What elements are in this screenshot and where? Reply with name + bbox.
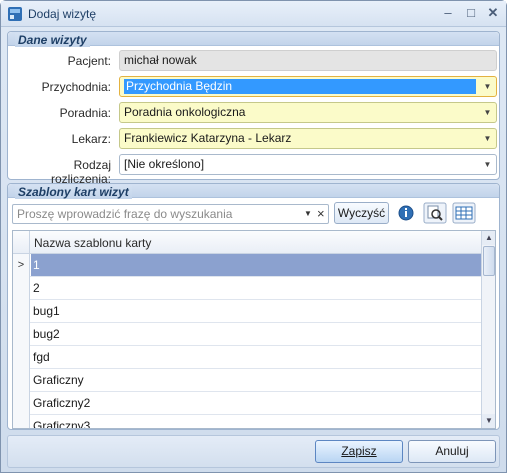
- table-cell: 2: [33, 281, 40, 295]
- grid-view-icon[interactable]: [452, 202, 476, 224]
- table-header: Nazwa szablonu karty: [13, 231, 481, 254]
- patient-value: michał nowak: [124, 53, 197, 67]
- patient-field: michał nowak: [119, 50, 497, 71]
- clear-search-icon[interactable]: ×: [317, 206, 325, 221]
- table-cell: fgd: [33, 350, 50, 364]
- table-cell: Graficzny: [33, 373, 84, 387]
- dialog-window: Dodaj wizytę – □ ✕ Dane wizyty Pacjent: …: [0, 0, 507, 473]
- chevron-down-icon[interactable]: ▼: [304, 209, 312, 218]
- table-scrollbar[interactable]: ▲ ▼: [481, 231, 495, 428]
- minimize-button[interactable]: –: [437, 4, 459, 22]
- table-cell: bug1: [33, 304, 60, 318]
- chevron-down-icon[interactable]: ▼: [482, 81, 493, 92]
- table-row[interactable]: fgd: [13, 346, 481, 369]
- search-input[interactable]: Proszę wprowadzić frazę do wyszukania ▼ …: [12, 204, 329, 224]
- table-row[interactable]: Graficzny2: [13, 392, 481, 415]
- save-button[interactable]: Zapisz: [315, 440, 403, 463]
- preview-icon[interactable]: [423, 202, 447, 224]
- clear-button[interactable]: Wyczyść: [334, 202, 389, 224]
- cancel-button[interactable]: Anuluj: [408, 440, 496, 463]
- templates-title: Szablony kart wizyt: [15, 185, 132, 199]
- title-bar: Dodaj wizytę – □ ✕: [1, 1, 506, 27]
- clinic-value: Przychodnia Będzin: [124, 79, 476, 94]
- table-row[interactable]: Graficzny3: [13, 415, 481, 429]
- clinic-select[interactable]: Przychodnia Będzin ▼: [119, 76, 497, 97]
- search-placeholder: Proszę wprowadzić frazę do wyszukania: [17, 207, 233, 221]
- table-row[interactable]: > 1: [13, 254, 481, 277]
- clinic-label: Przychodnia:: [41, 80, 111, 94]
- table-row[interactable]: bug1: [13, 300, 481, 323]
- doctor-select[interactable]: Frankiewicz Katarzyna - Lekarz ▼: [119, 128, 497, 149]
- billing-label: Rodzaj rozliczenia:: [50, 158, 111, 186]
- chevron-down-icon[interactable]: ▼: [482, 107, 493, 118]
- patient-label: Pacjent:: [67, 54, 111, 68]
- table-row[interactable]: 2: [13, 277, 481, 300]
- scroll-down-icon[interactable]: ▼: [482, 414, 495, 428]
- info-icon[interactable]: [394, 202, 418, 224]
- app-icon: [8, 7, 22, 21]
- templates-table: Nazwa szablonu karty > 1 2 bug1 bug2 fgd: [12, 230, 496, 429]
- table-cell: Graficzny3: [33, 419, 91, 429]
- scroll-thumb[interactable]: [483, 246, 495, 276]
- doctor-value: Frankiewicz Katarzyna - Lekarz: [124, 131, 292, 145]
- doctor-label: Lekarz:: [71, 132, 111, 146]
- close-button[interactable]: ✕: [482, 4, 504, 22]
- column-header-name[interactable]: Nazwa szablonu karty: [34, 236, 151, 250]
- chevron-down-icon[interactable]: ▼: [482, 159, 493, 170]
- table-cell: Graficzny2: [33, 396, 91, 410]
- department-label: Poradnia:: [59, 106, 111, 120]
- window-title: Dodaj wizytę: [28, 7, 97, 21]
- scroll-up-icon[interactable]: ▲: [482, 231, 495, 245]
- billing-select[interactable]: [Nie określono] ▼: [119, 154, 497, 175]
- table-row[interactable]: Graficzny: [13, 369, 481, 392]
- department-select[interactable]: Poradnia onkologiczna ▼: [119, 102, 497, 123]
- table-row[interactable]: bug2: [13, 323, 481, 346]
- visit-data-title: Dane wizyty: [15, 33, 90, 47]
- row-indicator-icon: >: [13, 254, 30, 277]
- table-cell: bug2: [33, 327, 60, 341]
- table-cell: 1: [31, 254, 481, 276]
- department-value: Poradnia onkologiczna: [124, 105, 246, 119]
- maximize-button[interactable]: □: [460, 4, 482, 22]
- chevron-down-icon[interactable]: ▼: [482, 133, 493, 144]
- billing-value: [Nie określono]: [124, 157, 205, 171]
